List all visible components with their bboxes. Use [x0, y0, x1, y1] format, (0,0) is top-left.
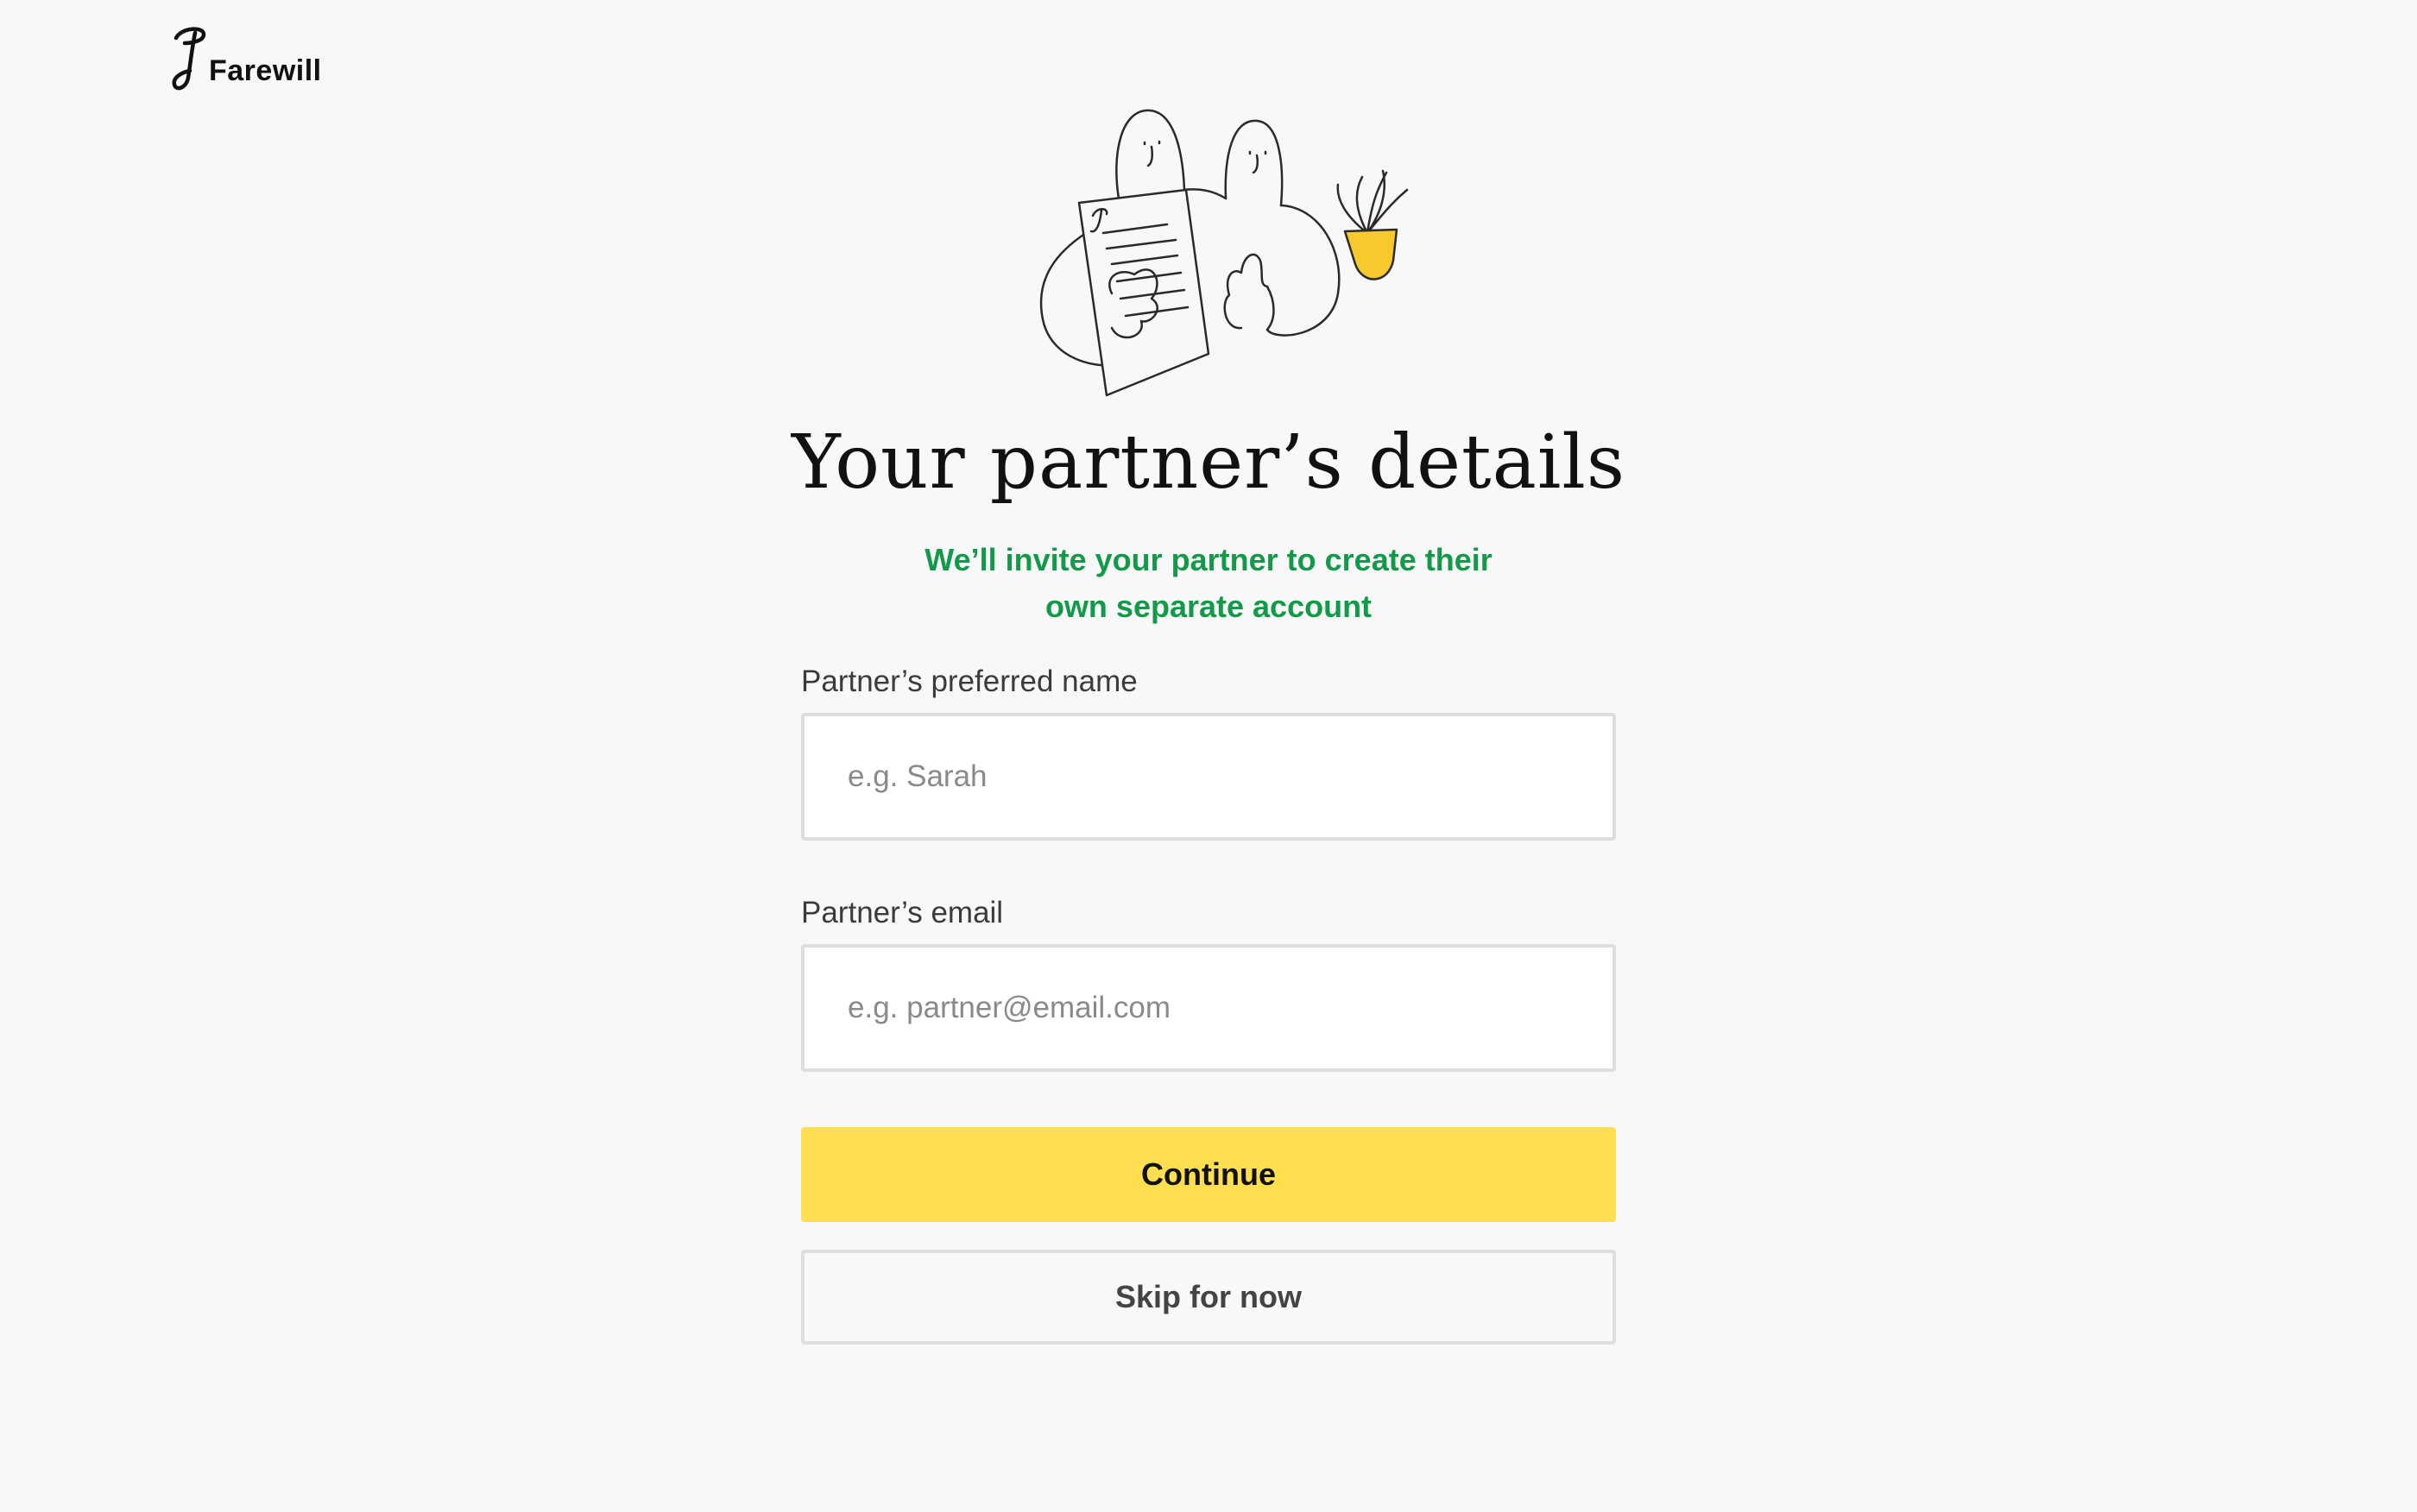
farewill-logo[interactable]: Farewill	[169, 24, 322, 93]
farewill-script-icon	[172, 27, 206, 91]
page-title: Your partner’s details	[791, 419, 1626, 506]
partner-details-form: Partner’s preferred name Partner’s email…	[801, 665, 1616, 1345]
page-subtitle: We’ll invite your partner to create thei…	[863, 537, 1554, 630]
partner-email-input[interactable]	[801, 944, 1616, 1072]
logo-text: Farewill	[209, 54, 322, 87]
subtitle-line-2: own separate account	[1044, 589, 1373, 624]
two-people-reading-will-illustration	[1039, 109, 1409, 397]
subtitle-line-1: We’ll invite your partner to create thei…	[925, 542, 1492, 577]
skip-for-now-button[interactable]: Skip for now	[801, 1250, 1616, 1345]
page: Farewill Your partner’s details We’ll in…	[0, 0, 2417, 1512]
name-field-group: Partner’s preferred name	[801, 665, 1616, 841]
continue-button[interactable]: Continue	[801, 1127, 1616, 1222]
email-field-group: Partner’s email	[801, 896, 1616, 1072]
name-field-label: Partner’s preferred name	[801, 665, 1138, 698]
email-field-label: Partner’s email	[801, 896, 1004, 929]
partner-name-input[interactable]	[801, 713, 1616, 841]
